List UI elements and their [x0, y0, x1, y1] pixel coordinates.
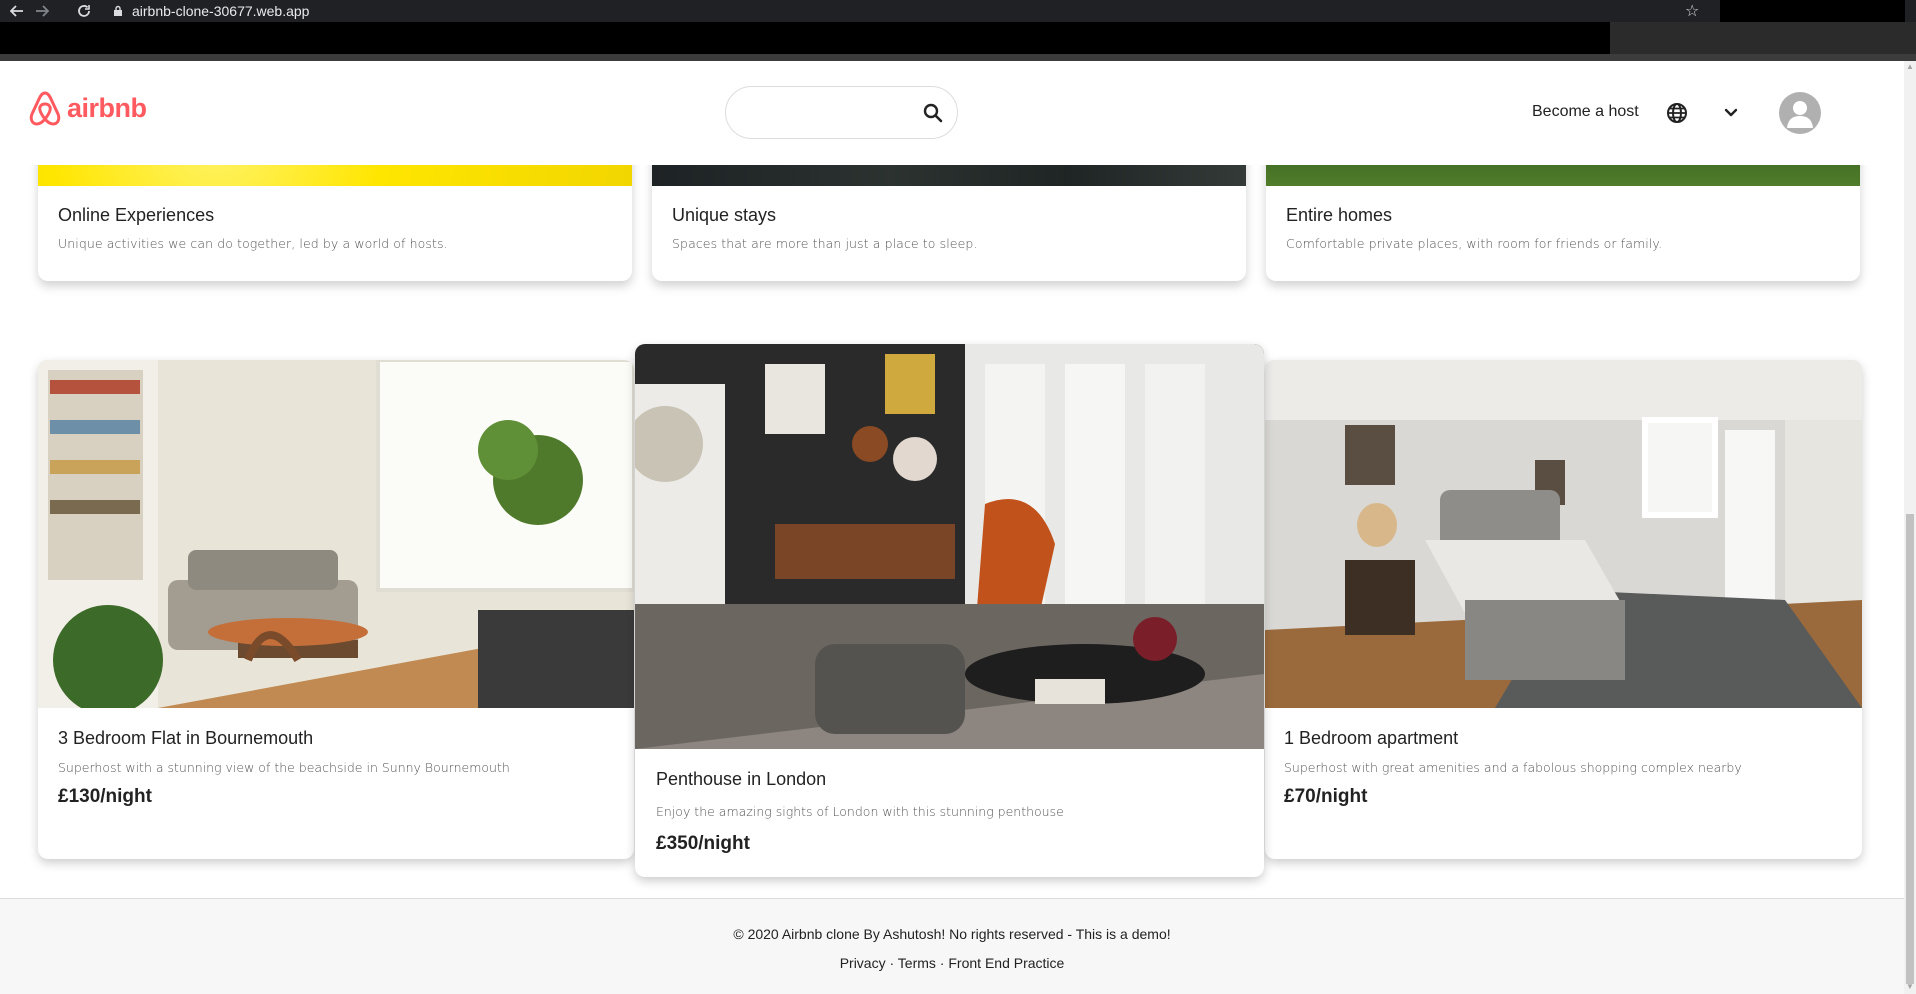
globe-icon[interactable] [1665, 101, 1689, 125]
category-description: Unique activities we can do together, le… [58, 236, 448, 251]
listing-description: Superhost with a stunning view of the be… [58, 760, 510, 775]
back-arrow-icon[interactable] [8, 2, 26, 20]
listing-price: £130/night [58, 786, 152, 807]
chevron-down-icon[interactable] [1721, 103, 1741, 123]
reload-icon[interactable] [75, 2, 93, 20]
url-text: airbnb-clone-30677.web.app [132, 3, 310, 19]
redacted-bar [0, 22, 1610, 54]
browser-toolbar: airbnb-clone-30677.web.app ☆ [0, 0, 1916, 22]
redacted-bar-side [1610, 22, 1916, 54]
footer-separator: · [885, 955, 898, 971]
redacted-area [1720, 0, 1905, 22]
lock-icon [112, 2, 124, 20]
listing-card-london-penthouse[interactable]: Penthouse in London Enjoy the amazing si… [635, 344, 1264, 877]
address-bar[interactable]: airbnb-clone-30677.web.app [112, 2, 1722, 20]
scrollbar-thumb[interactable] [1906, 514, 1914, 984]
logo-wordmark: airbnb [67, 92, 147, 123]
search-input[interactable] [742, 101, 912, 125]
star-icon[interactable]: ☆ [1685, 1, 1699, 21]
listing-name: 3 Bedroom Flat in Bournemouth [58, 728, 314, 748]
footer-link-front-end-practice[interactable]: Front End Practice [948, 955, 1064, 971]
avatar[interactable] [1779, 92, 1821, 134]
category-title: Unique stays [672, 205, 777, 225]
listing-description: Enjoy the amazing sights of London with … [656, 804, 1064, 819]
listing-description: Superhost with great amenities and a fab… [1284, 760, 1742, 775]
footer-copyright: © 2020 Airbnb clone By Ashutosh! No righ… [733, 926, 1171, 942]
category-title: Entire homes [1286, 205, 1393, 225]
forward-arrow-icon[interactable] [33, 2, 51, 20]
scroll-up-icon[interactable]: ▲ [1906, 63, 1914, 71]
listing-price: £70/night [1284, 786, 1368, 807]
listing-card-1-bedroom-apartment[interactable]: 1 Bedroom apartment Superhost with great… [1265, 360, 1862, 859]
airbnb-logo[interactable]: airbnb [28, 89, 147, 127]
footer-link-privacy[interactable]: Privacy [840, 955, 886, 971]
scroll-down-icon[interactable]: ▼ [1906, 983, 1914, 991]
listing-photo [38, 360, 634, 715]
category-title: Online Experiences [58, 205, 215, 225]
footer-links: Privacy · Terms · Front End Practice [0, 955, 1904, 971]
footer-link-terms[interactable]: Terms [898, 955, 936, 971]
listing-price: £350/night [656, 833, 750, 854]
avatar-icon [1787, 101, 1813, 128]
page-viewport: Online Experiences Unique activities we … [0, 61, 1904, 994]
airbnb-logo-icon [29, 91, 61, 126]
page-scrollbar[interactable]: ▲ ▼ [1904, 61, 1916, 994]
listing-photo [635, 344, 1264, 749]
browser-divider [0, 54, 1916, 61]
listing-name: Penthouse in London [656, 769, 827, 789]
listing-name: 1 Bedroom apartment [1284, 728, 1459, 748]
site-header: airbnb Become a host [0, 61, 1904, 165]
become-host-link[interactable]: Become a host [1532, 103, 1639, 121]
category-description: Spaces that are more than just a place t… [672, 236, 978, 251]
listing-card-bournemouth[interactable]: 3 Bedroom Flat in Bournemouth Superhost … [38, 360, 634, 859]
search-icon[interactable] [922, 102, 944, 124]
site-footer: © 2020 Airbnb clone By Ashutosh! No righ… [0, 898, 1904, 994]
category-description: Comfortable private places, with room fo… [1286, 236, 1663, 251]
listing-photo [1265, 360, 1862, 708]
search-bar[interactable] [725, 86, 958, 139]
footer-separator: · [935, 955, 949, 971]
